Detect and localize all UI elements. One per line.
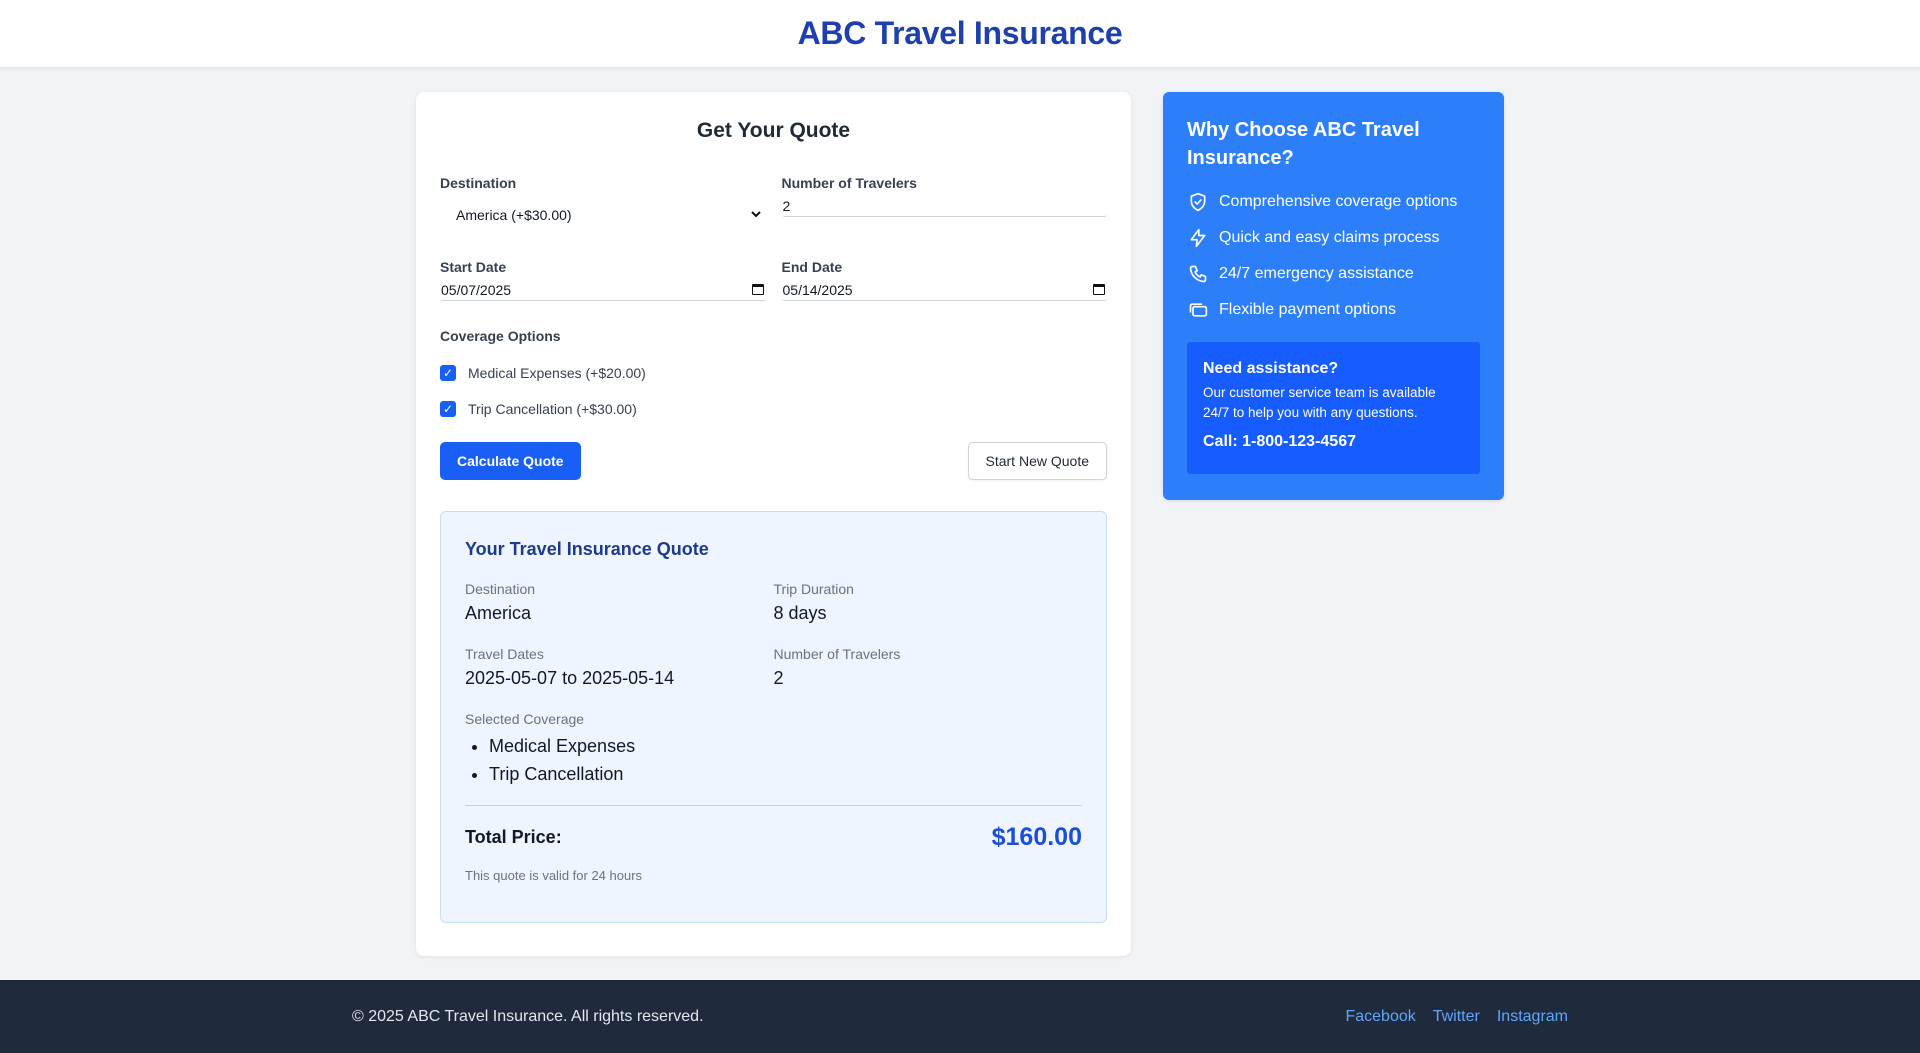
calendar-icon[interactable]: [751, 284, 764, 295]
site-title: ABC Travel Insurance: [797, 15, 1123, 51]
assist-title: Need assistance?: [1203, 360, 1339, 377]
assist-text: Our customer service team is available 2…: [1203, 385, 1436, 420]
travelers-input[interactable]: 2: [781, 195, 1107, 217]
form-row-destination-travelers: Destination America (+$30.00) Number of …: [440, 175, 1107, 229]
coverage-option-label: Medical Expenses (+$20.00): [468, 365, 646, 381]
quote-result: Your Travel Insurance Quote Destination …: [440, 511, 1107, 923]
form-actions: Calculate Quote Start New Quote: [440, 442, 1107, 480]
cards-icon: [1187, 299, 1209, 321]
result-row: Destination America Trip Duration 8 days: [465, 581, 1082, 624]
why-choose-card: Why Choose ABC Travel Insurance? Compreh…: [1163, 92, 1504, 500]
end-date-label: End Date: [781, 259, 843, 275]
benefit-item: Comprehensive coverage options: [1187, 184, 1480, 220]
destination-group: Destination America (+$30.00): [440, 175, 766, 229]
chevron-down-icon: [750, 207, 762, 223]
calendar-icon[interactable]: [1093, 284, 1105, 295]
benefit-label: 24/7 emergency assistance: [1219, 265, 1414, 282]
destination-select-value: America (+$30.00): [456, 207, 572, 223]
total-price-label: Total Price:: [465, 827, 562, 847]
travelers-group: Number of Travelers 2: [781, 175, 1107, 229]
result-label: Trip Duration: [773, 581, 854, 597]
result-label: Number of Travelers: [773, 646, 901, 662]
calculate-quote-button[interactable]: Calculate Quote: [440, 442, 581, 480]
total-price-value: $160.00: [991, 823, 1082, 851]
result-value: America: [465, 603, 532, 623]
coverage-options-label: Coverage Options: [440, 328, 561, 344]
site-footer: © 2025 ABC Travel Insurance. All rights …: [0, 980, 1920, 1053]
start-date-group: Start Date 05/07/2025: [440, 259, 766, 301]
form-row-dates: Start Date 05/07/2025 End Date 05/14/202…: [440, 259, 1107, 301]
benefit-item: 24/7 emergency assistance: [1187, 256, 1480, 292]
result-dates: Travel Dates 2025-05-07 to 2025-05-14: [465, 646, 774, 689]
social-links: Facebook Twitter Instagram: [1345, 1008, 1568, 1026]
assistance-box: Need assistance? Our customer service te…: [1187, 342, 1480, 474]
benefit-item: Flexible payment options: [1187, 292, 1480, 328]
divider: [465, 805, 1082, 806]
site-header: ABC Travel Insurance: [0, 0, 1920, 68]
copyright-text: © 2025 ABC Travel Insurance. All rights …: [352, 1007, 704, 1025]
result-duration: Trip Duration 8 days: [774, 581, 1083, 624]
start-date-label: Start Date: [440, 259, 507, 275]
start-new-quote-button[interactable]: Start New Quote: [967, 442, 1107, 480]
checkbox-checked[interactable]: ✓: [440, 365, 456, 381]
quote-form-card: Get Your Quote Destination America (+$30…: [416, 92, 1131, 956]
benefit-label: Comprehensive coverage options: [1219, 193, 1458, 210]
destination-select[interactable]: America (+$30.00): [440, 201, 766, 229]
instagram-link[interactable]: Instagram: [1497, 1008, 1568, 1026]
result-label: Destination: [465, 581, 536, 597]
benefit-label: Flexible payment options: [1219, 301, 1396, 318]
lightning-icon: [1187, 227, 1209, 249]
coverage-option-medical[interactable]: ✓ Medical Expenses (+$20.00): [440, 363, 1107, 383]
start-date-input[interactable]: 05/07/2025: [440, 279, 766, 301]
quote-validity-note: This quote is valid for 24 hours: [465, 868, 643, 883]
selected-coverage-label: Selected Coverage: [465, 711, 585, 727]
travelers-label: Number of Travelers: [781, 175, 917, 191]
form-title: Get Your Quote: [696, 119, 851, 142]
benefit-item: Quick and easy claims process: [1187, 220, 1480, 256]
list-item: Trip Cancellation: [489, 760, 1082, 788]
result-value: 2025-05-07 to 2025-05-14: [465, 668, 675, 688]
twitter-link[interactable]: Twitter: [1433, 1008, 1480, 1026]
list-item: Medical Expenses: [489, 732, 1082, 760]
result-label: Travel Dates: [465, 646, 544, 662]
benefit-label: Quick and easy claims process: [1219, 229, 1440, 246]
result-value: 2: [773, 668, 784, 688]
destination-label: Destination: [440, 175, 517, 191]
coverage-option-label: Trip Cancellation (+$30.00): [468, 401, 637, 417]
coverage-option-cancellation[interactable]: ✓ Trip Cancellation (+$30.00): [440, 399, 1107, 419]
total-row: Total Price: $160.00: [465, 823, 1082, 852]
why-title: Why Choose ABC Travel Insurance?: [1187, 119, 1420, 169]
shield-check-icon: [1187, 191, 1209, 213]
result-row: Travel Dates 2025-05-07 to 2025-05-14 Nu…: [465, 646, 1082, 689]
assist-phone[interactable]: Call: 1-800-123-4567: [1203, 433, 1464, 451]
result-travelers: Number of Travelers 2: [774, 646, 1083, 689]
phone-icon: [1187, 263, 1209, 285]
facebook-link[interactable]: Facebook: [1345, 1008, 1415, 1026]
result-destination: Destination America: [465, 581, 774, 624]
result-title: Your Travel Insurance Quote: [465, 539, 709, 559]
result-value: 8 days: [773, 603, 827, 623]
benefits-list: Comprehensive coverage options Quick and…: [1187, 184, 1480, 328]
end-date-group: End Date 05/14/2025: [781, 259, 1107, 301]
checkbox-checked[interactable]: ✓: [440, 401, 456, 417]
end-date-input[interactable]: 05/14/2025: [781, 279, 1107, 301]
start-date-value: 05/07/2025: [441, 281, 512, 298]
selected-coverage-list: Medical Expenses Trip Cancellation: [489, 732, 1082, 788]
end-date-value: 05/14/2025: [782, 281, 853, 298]
